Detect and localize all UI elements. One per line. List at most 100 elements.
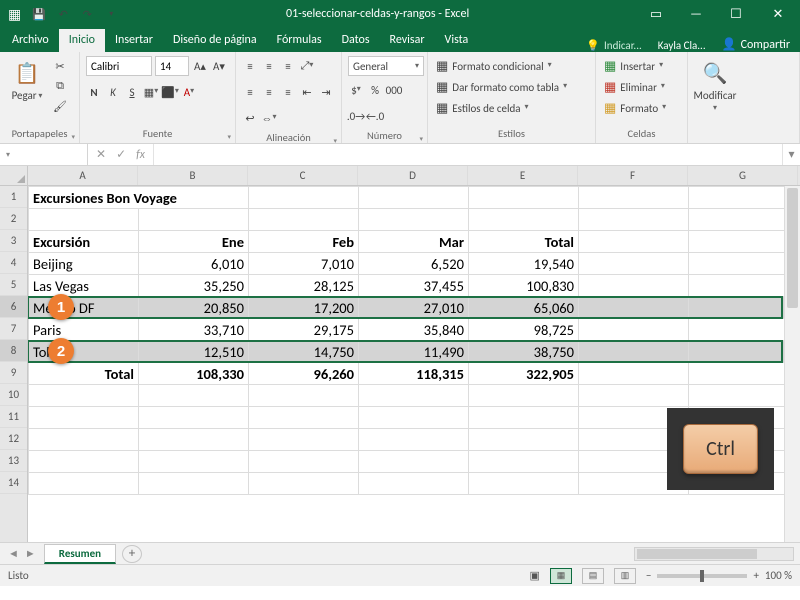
cell[interactable]: 6,520	[359, 253, 469, 275]
cell[interactable]: 11,490	[359, 341, 469, 363]
enter-formula-icon[interactable]: ✓	[116, 147, 126, 162]
decrease-font-icon[interactable]: A▾	[211, 58, 227, 74]
row-header[interactable]: 13	[0, 450, 27, 472]
vertical-scrollbar[interactable]	[784, 186, 800, 542]
select-all-button[interactable]	[0, 166, 27, 186]
paste-button[interactable]: 📋 Pegar	[6, 56, 48, 102]
fill-color-button[interactable]: ⬛	[162, 84, 178, 100]
font-size-input[interactable]	[155, 56, 189, 76]
decrease-indent-icon[interactable]: ⇤	[299, 84, 315, 100]
sheet-tab-active[interactable]: Resumen	[44, 544, 116, 564]
align-middle-icon[interactable]: ≡	[261, 58, 277, 74]
conditional-formatting-button[interactable]: ▦Formato condicional	[434, 56, 554, 76]
zoom-in-button[interactable]: +	[753, 569, 758, 582]
zoom-slider[interactable]	[657, 574, 747, 578]
row-header[interactable]: 7	[0, 318, 27, 340]
cell[interactable]: 96,260	[249, 363, 359, 385]
font-color-button[interactable]: A	[181, 84, 197, 100]
cell[interactable]: 14,750	[249, 341, 359, 363]
font-name-input[interactable]	[86, 56, 152, 76]
sheet-nav-prev-icon[interactable]: ◄	[8, 547, 19, 560]
row-header[interactable]: 10	[0, 384, 27, 406]
cell[interactable]: 7,010	[249, 253, 359, 275]
format-as-table-button[interactable]: ▦Dar formato como tabla	[434, 77, 569, 97]
row-header[interactable]: 9	[0, 362, 27, 384]
formula-input[interactable]	[154, 144, 782, 165]
underline-button[interactable]: S	[124, 84, 140, 100]
orientation-icon[interactable]: ⤢	[299, 58, 315, 74]
copy-icon[interactable]: ⧉	[52, 78, 68, 94]
row-header[interactable]: 4	[0, 252, 27, 274]
redo-icon[interactable]: ↷	[79, 6, 95, 22]
cut-icon[interactable]: ✂	[52, 58, 68, 74]
format-painter-icon[interactable]: 🖌	[52, 98, 68, 114]
cell[interactable]: 38,750	[469, 341, 579, 363]
ribbon-options-icon[interactable]: ▭	[636, 0, 676, 28]
tab-file[interactable]: Archivo	[2, 29, 59, 52]
cell[interactable]: 118,315	[359, 363, 469, 385]
tab-page-layout[interactable]: Diseño de página	[163, 29, 267, 52]
align-left-icon[interactable]: ≡	[242, 84, 258, 100]
row-header[interactable]: 14	[0, 472, 27, 494]
cell[interactable]: 65,060	[469, 297, 579, 319]
tab-review[interactable]: Revisar	[380, 29, 435, 52]
row-header[interactable]: 8	[0, 340, 27, 362]
cell[interactable]: Excursiones Bon Voyage	[29, 187, 249, 209]
cell[interactable]: 27,010	[359, 297, 469, 319]
row-header[interactable]: 3	[0, 230, 27, 252]
cell[interactable]: Beijing	[29, 253, 139, 275]
zoom-level[interactable]: 100 %	[765, 569, 792, 582]
insert-cells-button[interactable]: ▦Insertar	[602, 56, 665, 76]
bold-button[interactable]: N	[86, 84, 102, 100]
cell[interactable]: 108,330	[139, 363, 249, 385]
sheet-nav-next-icon[interactable]: ►	[25, 547, 36, 560]
qat-more-icon[interactable]: ▾	[103, 6, 119, 22]
cell[interactable]: 100,830	[469, 275, 579, 297]
account-name[interactable]: Kayla Cla...	[650, 39, 714, 52]
column-header[interactable]: D	[358, 166, 468, 185]
expand-formula-bar-icon[interactable]: ▾	[782, 144, 800, 165]
comma-format-icon[interactable]: 000	[386, 82, 402, 98]
cell[interactable]: Mar	[359, 231, 469, 253]
cell[interactable]: 29,175	[249, 319, 359, 341]
accounting-format-icon[interactable]: $	[348, 82, 364, 98]
column-header[interactable]: E	[468, 166, 578, 185]
decrease-decimal-icon[interactable]: ←.0	[367, 108, 383, 124]
close-button[interactable]: ✕	[756, 0, 800, 28]
column-header[interactable]: C	[248, 166, 358, 185]
row-header[interactable]: 6	[0, 296, 27, 318]
column-header[interactable]: G	[688, 166, 798, 185]
border-button[interactable]: ▦	[143, 84, 159, 100]
tab-view[interactable]: Vista	[435, 29, 479, 52]
fx-icon[interactable]: fx	[136, 148, 145, 162]
number-format-dropdown[interactable]: General	[348, 56, 424, 76]
row-header[interactable]: 1	[0, 186, 27, 208]
cell-styles-button[interactable]: ▦Estilos de celda	[434, 98, 531, 118]
save-icon[interactable]: 💾	[31, 6, 47, 22]
cell[interactable]: 19,540	[469, 253, 579, 275]
editing-button[interactable]: 🔍 Modificar	[694, 56, 736, 113]
row-header[interactable]: 2	[0, 208, 27, 230]
undo-icon[interactable]: ↶	[55, 6, 71, 22]
tab-formulas[interactable]: Fórmulas	[267, 29, 332, 52]
tab-home[interactable]: Inicio	[59, 29, 105, 52]
minimize-button[interactable]: —	[676, 0, 716, 28]
align-center-icon[interactable]: ≡	[261, 84, 277, 100]
new-sheet-button[interactable]: +	[122, 545, 142, 563]
cell[interactable]: Ene	[139, 231, 249, 253]
merge-center-icon[interactable]: ⇔	[261, 110, 277, 126]
cell[interactable]: 35,840	[359, 319, 469, 341]
tab-insert[interactable]: Insertar	[105, 29, 163, 52]
cell[interactable]: Tokyo	[29, 341, 139, 363]
cell[interactable]: 35,250	[139, 275, 249, 297]
cell[interactable]: 28,125	[249, 275, 359, 297]
increase-decimal-icon[interactable]: .0→	[348, 108, 364, 124]
wrap-text-icon[interactable]: ↩	[242, 110, 258, 126]
row-header[interactable]: 12	[0, 428, 27, 450]
align-top-icon[interactable]: ≡	[242, 58, 258, 74]
tab-data[interactable]: Datos	[332, 29, 380, 52]
italic-button[interactable]: K	[105, 84, 121, 100]
cell[interactable]: 322,905	[469, 363, 579, 385]
cell[interactable]: 17,200	[249, 297, 359, 319]
cell[interactable]: 37,455	[359, 275, 469, 297]
